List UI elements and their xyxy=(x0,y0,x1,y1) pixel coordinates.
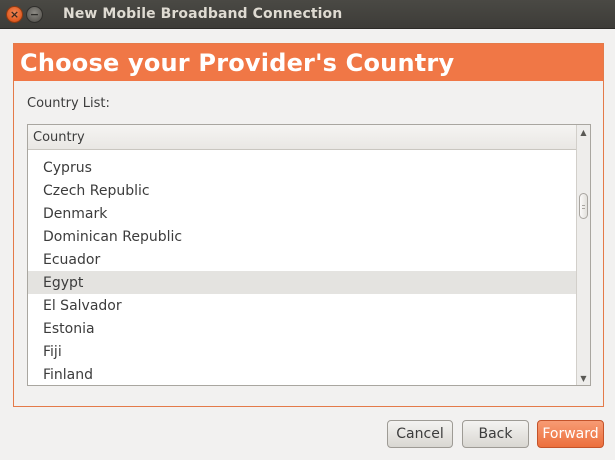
minimize-window-button[interactable]: − xyxy=(26,5,43,23)
list-item[interactable]: Estonia xyxy=(28,317,577,340)
list-item[interactable]: Cyprus xyxy=(28,156,577,179)
window-title: New Mobile Broadband Connection xyxy=(63,6,343,22)
forward-button[interactable]: Forward xyxy=(537,420,604,448)
vertical-scrollbar[interactable]: ▲ ▼ xyxy=(576,125,590,385)
column-header-country[interactable]: Country xyxy=(28,125,577,150)
scroll-down-arrow-icon[interactable]: ▼ xyxy=(577,371,590,385)
scrollbar-thumb[interactable] xyxy=(579,193,588,219)
close-window-button[interactable]: × xyxy=(6,5,23,23)
country-list-label: Country List: xyxy=(27,96,110,111)
list-item[interactable]: Denmark xyxy=(28,202,577,225)
title-bar: × − New Mobile Broadband Connection xyxy=(0,0,615,29)
minimize-icon: − xyxy=(29,7,40,21)
scroll-up-arrow-icon[interactable]: ▲ xyxy=(577,125,590,139)
back-button[interactable]: Back xyxy=(462,420,529,448)
list-item[interactable]: Ecuador xyxy=(28,248,577,271)
cancel-button[interactable]: Cancel xyxy=(387,420,453,448)
list-item[interactable]: Fiji xyxy=(28,340,577,363)
country-list[interactable]: Country Cyprus Czech Republic Denmark Domin… xyxy=(27,124,591,386)
country-page-panel: Choose your Provider's Country Country L… xyxy=(13,43,604,407)
page-title: Choose your Provider's Country xyxy=(14,44,603,81)
list-item[interactable]: Dominican Republic xyxy=(28,225,577,248)
list-item[interactable]: Czech Republic xyxy=(28,179,577,202)
close-icon: × xyxy=(9,7,20,21)
list-item[interactable]: Finland xyxy=(28,363,577,386)
country-rows: Cyprus Czech Republic Denmark Dominican Rep… xyxy=(28,156,577,386)
list-item[interactable]: Egypt xyxy=(28,271,577,294)
list-item[interactable]: El Salvador xyxy=(28,294,577,317)
